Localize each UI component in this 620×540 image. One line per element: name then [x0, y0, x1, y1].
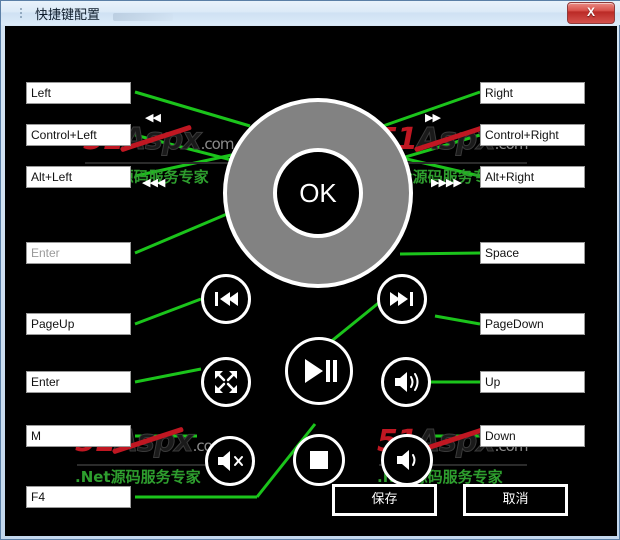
hotkey-mute[interactable]: M	[26, 425, 131, 447]
stop-icon	[310, 451, 328, 469]
forward-quad-right-icon: ▶▶▶▶	[431, 177, 462, 189]
rewind-double-left-icon: ◀◀	[145, 112, 161, 124]
ok-button[interactable]: OK	[273, 148, 363, 238]
stop-button[interactable]	[293, 434, 345, 486]
hotkey-volume-down[interactable]: Down	[480, 425, 585, 447]
hotkey-f4[interactable]: F4	[26, 486, 131, 508]
list-icon	[15, 7, 27, 19]
save-button[interactable]: 保存	[332, 484, 437, 516]
hotkey-alt-right[interactable]: Alt+Right	[480, 166, 585, 188]
play-pause-button[interactable]	[285, 337, 353, 405]
close-button[interactable]: X	[567, 2, 615, 24]
speaker-low-icon	[397, 450, 416, 470]
fullscreen-icon	[215, 371, 237, 393]
next-track-button[interactable]	[377, 274, 427, 324]
hotkey-enter-fullscreen[interactable]: Enter	[26, 371, 131, 393]
title-bar: 快捷键配置 X	[1, 1, 620, 25]
hotkey-pageup[interactable]: PageUp	[26, 313, 131, 335]
hotkey-right[interactable]: Right	[480, 82, 585, 104]
forward-double-right-icon: ▶▶	[425, 112, 441, 124]
cancel-button[interactable]: 取消	[463, 484, 568, 516]
hotkey-control-right[interactable]: Control+Right	[480, 124, 585, 146]
previous-track-button[interactable]	[201, 274, 251, 324]
volume-up-button[interactable]	[381, 357, 431, 407]
title-bar-artifact	[113, 13, 173, 21]
next-track-icon	[390, 292, 413, 306]
speaker-mute-icon	[218, 451, 243, 471]
hotkey-alt-left[interactable]: Alt+Left	[26, 166, 131, 188]
hotkey-volume-up[interactable]: Up	[480, 371, 585, 393]
rewind-triple-left-icon: ◀◀◀	[142, 177, 165, 189]
play-pause-icon	[305, 359, 337, 383]
hotkey-config-window: 快捷键配置 X Aspx.com .Net源码服务专家 Aspx .Net源码服…	[0, 0, 620, 540]
hotkey-control-left[interactable]: Control+Left	[26, 124, 131, 146]
mute-button[interactable]	[205, 436, 255, 486]
speaker-icon	[395, 372, 419, 392]
volume-down-button[interactable]	[381, 434, 433, 486]
previous-track-icon	[215, 292, 238, 306]
hotkey-pagedown[interactable]: PageDown	[480, 313, 585, 335]
remote-layout-canvas: 51Aspx.com .Net源码服务专家 51Aspx.com .Net源码服…	[5, 26, 617, 536]
hotkey-enter-stop[interactable]: Enter	[26, 242, 131, 264]
fullscreen-button[interactable]	[201, 357, 251, 407]
window-title: 快捷键配置	[35, 8, 101, 23]
hotkey-left[interactable]: Left	[26, 82, 131, 104]
hotkey-space[interactable]: Space	[480, 242, 585, 264]
